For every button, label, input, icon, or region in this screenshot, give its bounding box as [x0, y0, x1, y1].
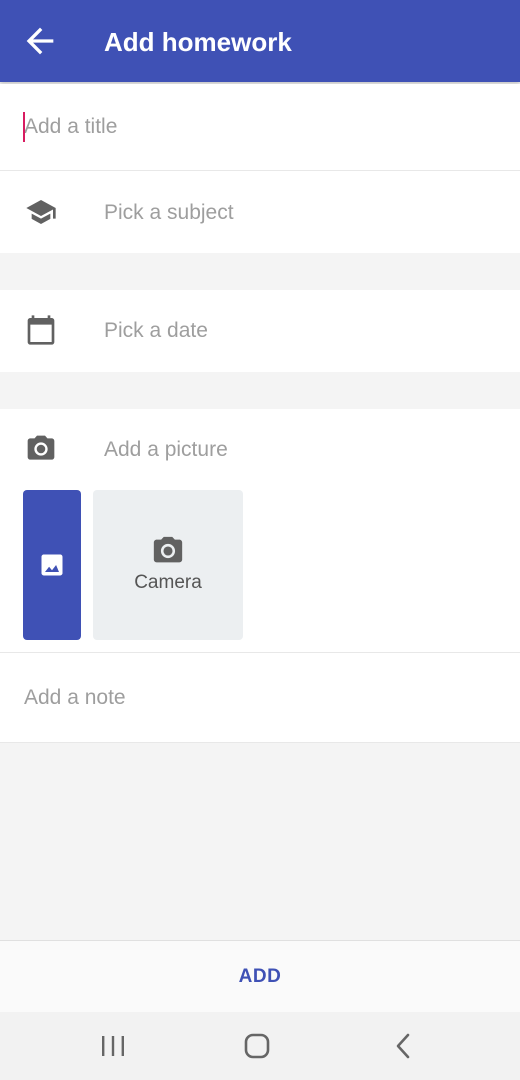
back-chevron-icon [396, 1033, 410, 1059]
back-nav-button[interactable] [386, 1030, 420, 1062]
gallery-button[interactable] [23, 490, 81, 640]
picture-icon-wrapper [25, 433, 57, 465]
text-cursor [23, 112, 25, 142]
camera-icon [27, 435, 55, 460]
app-bar: Add homework [0, 0, 520, 82]
image-icon [41, 554, 63, 576]
home-icon [244, 1033, 270, 1059]
home-button[interactable] [240, 1030, 274, 1062]
date-row[interactable]: Pick a date [0, 290, 520, 372]
camera-tile-icon [153, 536, 183, 563]
system-navigation-bar [0, 1012, 520, 1080]
title-input[interactable] [24, 108, 494, 146]
date-label: Pick a date [104, 319, 208, 342]
recents-button[interactable] [96, 1030, 130, 1062]
divider [0, 742, 520, 743]
camera-label: Camera [134, 572, 202, 593]
note-input[interactable]: Add a note [24, 683, 126, 713]
bottom-action-bar: ADD [0, 940, 520, 1013]
picture-label: Add a picture [104, 438, 228, 461]
add-button[interactable]: ADD [0, 941, 520, 1013]
date-icon-wrapper [25, 314, 57, 346]
graduation-cap-icon [26, 200, 56, 224]
subject-label: Pick a subject [104, 201, 234, 224]
arrow-back-icon [26, 27, 54, 55]
calendar-icon [27, 315, 55, 345]
recents-icon [102, 1036, 124, 1056]
back-button[interactable] [20, 21, 60, 61]
page-title: Add homework [104, 27, 292, 57]
subject-row[interactable]: Pick a subject [0, 171, 520, 253]
camera-button[interactable]: Camera [93, 490, 243, 640]
subject-icon-wrapper [25, 196, 57, 228]
